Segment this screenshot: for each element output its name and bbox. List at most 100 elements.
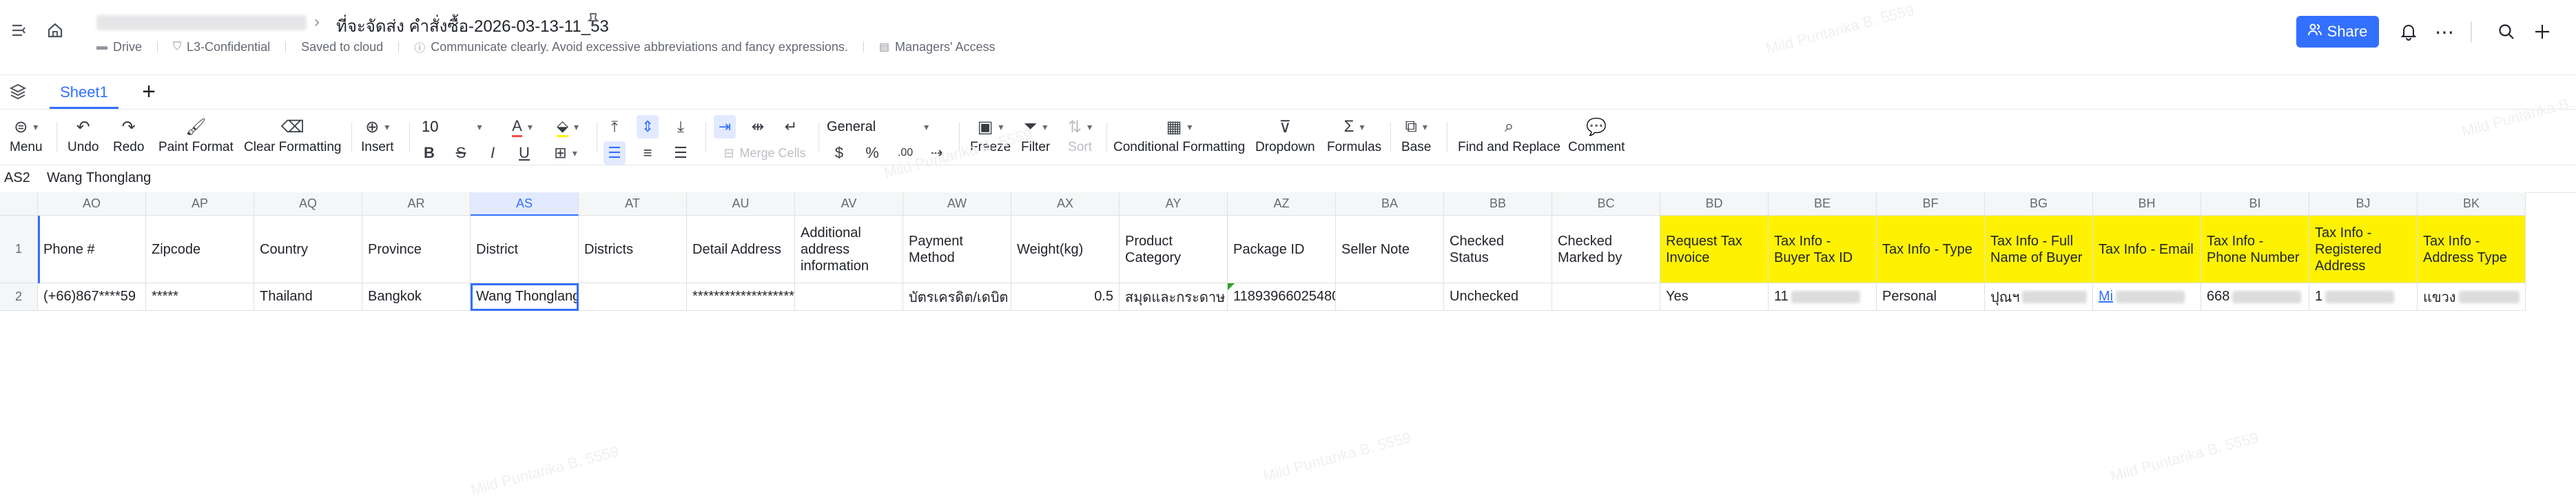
column-header[interactable]: BF [1877, 192, 1985, 216]
row-header[interactable]: 2 [0, 283, 38, 311]
data-cell[interactable]: Yes [1660, 283, 1769, 311]
select-all-corner[interactable] [0, 192, 38, 216]
font-size-select[interactable]: 10 ▾ [422, 115, 497, 139]
data-cell[interactable]: Personal [1877, 283, 1985, 311]
column-header[interactable]: AT [579, 192, 687, 216]
tab-sheet1[interactable]: Sheet1 [50, 75, 119, 110]
column-header[interactable]: AO [38, 192, 146, 216]
document-title[interactable]: ที่จะจัดส่ง คำสั่งซื้อ-2026-03-13-11_53 [336, 12, 609, 39]
header-cell[interactable]: Additional address information [795, 216, 903, 283]
column-header[interactable]: BB [1444, 192, 1552, 216]
header-cell[interactable]: Zipcode [146, 216, 254, 283]
fill-color-button[interactable]: ⬙ ▾ [551, 115, 584, 139]
sort-button[interactable]: ⇅ ▾ Sort [1068, 115, 1092, 155]
data-cell[interactable]: Thailand [254, 283, 362, 311]
column-header[interactable]: AV [795, 192, 903, 216]
column-header[interactable]: AU [687, 192, 795, 216]
data-cell[interactable]: Mi [2093, 283, 2201, 311]
data-cell[interactable]: 1189396602548094259 [1228, 283, 1336, 311]
data-cell[interactable]: 11 [1769, 283, 1877, 311]
font-color-button[interactable]: A ▾ [507, 115, 537, 139]
header-cell[interactable]: Request Tax Invoice [1660, 216, 1769, 283]
percent-button[interactable]: % [861, 141, 883, 165]
meta-guideline[interactable]: ⓘ Communicate clearly. Avoid excessive a… [414, 39, 848, 55]
add-sheet-button[interactable]: + [136, 79, 161, 105]
header-cell[interactable]: Tax Info - Full Name of Buyer [1985, 216, 2093, 283]
data-cell[interactable]: Bangkok [362, 283, 471, 311]
data-cell[interactable]: 668 [2201, 283, 2309, 311]
conditional-formatting-button[interactable]: ▦ ▾ Conditional Formatting [1113, 115, 1245, 155]
align-right-button[interactable]: ☰ [670, 141, 692, 165]
text-clip-button[interactable]: ⇹ [747, 115, 769, 139]
share-button[interactable]: Share [2296, 16, 2379, 48]
align-middle-button[interactable]: ⇕ [637, 115, 659, 139]
undo-button[interactable]: ↶ Undo [68, 115, 99, 155]
strikethrough-button[interactable]: S [451, 141, 471, 165]
add-icon[interactable] [2528, 18, 2556, 45]
column-header[interactable]: AX [1011, 192, 1120, 216]
data-cell[interactable]: 1 [2309, 283, 2418, 311]
column-header[interactable]: BH [2093, 192, 2201, 216]
redo-button[interactable]: ↷ Redo [113, 115, 144, 155]
menu-button[interactable]: ⊜ ▾ Menu [10, 115, 43, 155]
data-cell[interactable]: Unchecked [1444, 283, 1552, 311]
align-center-button[interactable]: ≡ [637, 141, 659, 165]
header-cell[interactable]: Checked Marked by [1552, 216, 1660, 283]
text-overflow-button[interactable]: ⇥ [714, 115, 736, 139]
data-cell[interactable] [579, 283, 687, 311]
meta-confidential[interactable]: ⛉ L3-Confidential [173, 40, 270, 54]
data-cell[interactable]: สมุดและกระดาษ [1120, 283, 1228, 311]
header-cell[interactable]: Product Category [1120, 216, 1228, 283]
data-cell[interactable]: ปุณฯ [1985, 283, 2093, 311]
header-cell[interactable]: Phone # [38, 216, 146, 283]
header-cell[interactable]: Seller Note [1336, 216, 1444, 283]
data-cell[interactable]: แขวง [2418, 283, 2526, 311]
italic-button[interactable]: I [482, 141, 503, 165]
bold-button[interactable]: B [419, 141, 440, 165]
header-cell[interactable]: Tax Info - Buyer Tax ID [1769, 216, 1877, 283]
column-header[interactable]: BC [1552, 192, 1660, 216]
header-cell[interactable]: Province [362, 216, 471, 283]
data-cell[interactable]: ***** [146, 283, 254, 311]
column-header[interactable]: BD [1660, 192, 1769, 216]
dropdown-button[interactable]: ⊽ Dropdown [1255, 115, 1315, 155]
data-cell[interactable]: (+66)867****59 [38, 283, 146, 311]
column-header[interactable]: BG [1985, 192, 2093, 216]
header-cell[interactable]: Tax Info - Email [2093, 216, 2201, 283]
merge-cells-button[interactable]: ⊟ Merge Cells [717, 141, 813, 165]
currency-button[interactable]: $ [830, 141, 849, 165]
header-cell[interactable]: Package ID [1228, 216, 1336, 283]
header-cell[interactable]: Tax Info - Registered Address [2309, 216, 2418, 283]
column-header[interactable]: AY [1120, 192, 1228, 216]
more-icon[interactable]: ⋯ [2431, 18, 2458, 45]
align-left-button[interactable]: ☰ [604, 141, 626, 165]
search-icon[interactable] [2493, 18, 2520, 45]
row-header[interactable]: 1 [0, 216, 38, 283]
column-header[interactable]: AP [146, 192, 254, 216]
header-cell[interactable]: Districts [579, 216, 687, 283]
number-format-select[interactable]: General ▾ [827, 115, 944, 139]
meta-access[interactable]: ▤ Managers' Access [879, 40, 996, 54]
paint-format-button[interactable]: 🖌 Paint Format [158, 115, 234, 155]
comment-button[interactable]: 💬 Comment [1568, 115, 1625, 155]
data-cell[interactable]: Wang Thonglang [471, 283, 579, 311]
data-cell[interactable]: ****************************** [687, 283, 795, 311]
header-cell[interactable]: Tax Info - Address Type [2418, 216, 2526, 283]
underline-button[interactable]: U [514, 141, 535, 165]
header-cell[interactable]: Tax Info - Phone Number [2201, 216, 2309, 283]
column-header[interactable]: BJ [2309, 192, 2418, 216]
header-cell[interactable]: Detail Address [687, 216, 795, 283]
header-cell[interactable]: Country [254, 216, 362, 283]
header-cell[interactable]: Payment Method [903, 216, 1011, 283]
header-cell[interactable]: Checked Status [1444, 216, 1552, 283]
collapse-sidebar-icon[interactable] [6, 17, 33, 44]
header-cell[interactable]: Weight(kg) [1011, 216, 1120, 283]
home-icon[interactable] [41, 17, 69, 44]
layers-icon[interactable] [8, 82, 29, 103]
align-top-button[interactable]: ⤒ [604, 115, 626, 139]
column-header[interactable]: BA [1336, 192, 1444, 216]
column-header[interactable]: BE [1769, 192, 1877, 216]
cell-reference[interactable]: AS2 [4, 170, 30, 186]
pin-icon[interactable] [584, 11, 605, 32]
column-header[interactable]: AS [471, 192, 579, 216]
